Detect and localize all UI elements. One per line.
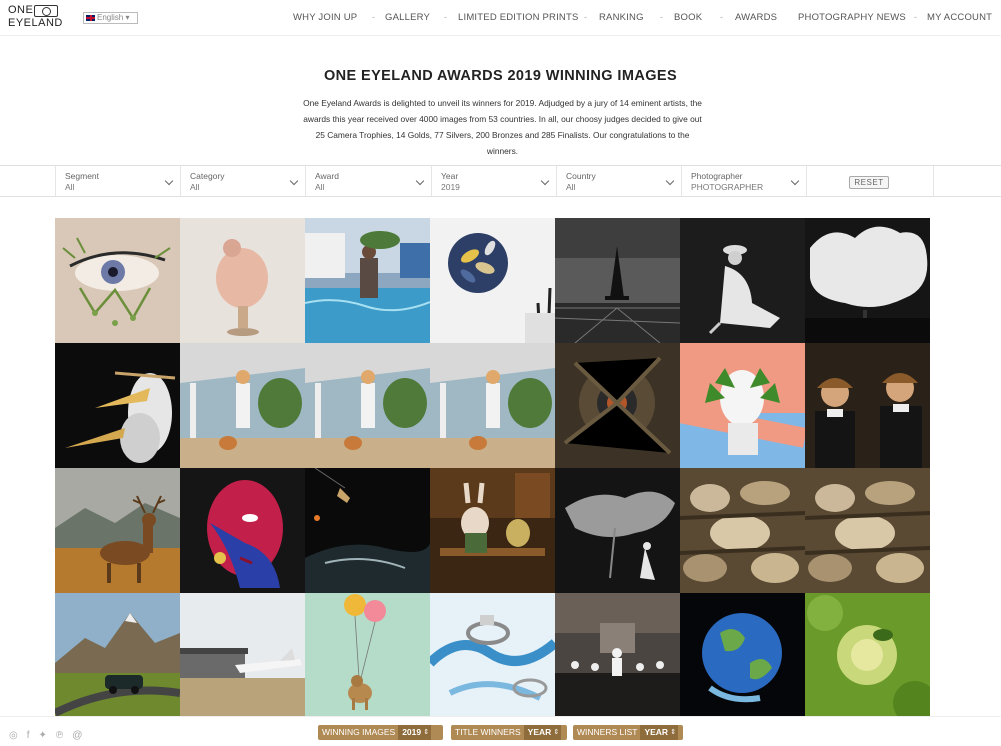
gallery-tile-ring-splash[interactable]	[430, 593, 555, 718]
chevron-down-icon	[665, 176, 675, 186]
nav-gallery[interactable]: GALLERY	[385, 12, 430, 23]
nav-my-account[interactable]: MY ACCOUNT	[927, 12, 992, 23]
filter-value: All	[566, 182, 576, 192]
chevron-down-icon	[415, 176, 425, 186]
filter-value: All	[315, 182, 325, 192]
nav-ranking[interactable]: RANKING	[599, 12, 644, 23]
winning-images-selector[interactable]: WINNING IMAGES 2019	[318, 725, 443, 740]
reset-cell: RESET	[806, 166, 934, 196]
filter-value: All	[65, 182, 75, 192]
nav-photography-news[interactable]: PHOTOGRAPHY NEWS	[798, 12, 906, 23]
gallery-tile-woman-with-dog-3[interactable]	[430, 343, 555, 468]
filter-label: Year	[441, 171, 459, 181]
filter-label: Award	[315, 171, 339, 181]
email-icon[interactable]: @	[72, 730, 82, 741]
filter-year[interactable]: Year 2019	[431, 166, 556, 196]
nav-separator: -	[584, 12, 587, 22]
gallery-tile-theatre-scene[interactable]	[555, 593, 680, 718]
filter-photographer[interactable]: Photographer PHOTOGRAPHER	[681, 166, 806, 196]
gallery-tile-aerial-tree[interactable]	[555, 343, 680, 468]
gallery-tile-woman-with-dog-1[interactable]	[180, 343, 305, 468]
gallery-tile-aerial-diver[interactable]	[305, 468, 430, 593]
winners-list-label: WINNERS LIST	[577, 727, 638, 737]
gallery-tile-tree-silhouette[interactable]	[555, 468, 680, 593]
gallery-tile-sculpted-figures-2[interactable]	[805, 468, 930, 593]
gallery-tile-seated-woman-bw[interactable]	[680, 218, 805, 343]
gallery-tile-pelicans[interactable]	[55, 343, 180, 468]
filter-award[interactable]: Award All	[305, 166, 431, 196]
filter-segment[interactable]: Segment All	[55, 166, 180, 196]
twitter-icon[interactable]: ✦	[39, 730, 47, 741]
gallery-tile-sculpted-figures-1[interactable]	[680, 468, 805, 593]
main-nav: WHY JOIN UP - GALLERY - LIMITED EDITION …	[0, 12, 1001, 24]
filter-country[interactable]: Country All	[556, 166, 681, 196]
nav-separator: -	[372, 12, 375, 22]
filter-value: PHOTOGRAPHER	[691, 182, 764, 192]
winning-images-gallery	[55, 218, 930, 718]
winners-list-value: YEAR	[640, 725, 679, 740]
chevron-down-icon	[164, 176, 174, 186]
filter-label: Country	[566, 171, 596, 181]
filter-value: 2019	[441, 182, 460, 192]
nav-separator: -	[660, 12, 663, 22]
title-winners-value: YEAR	[523, 725, 562, 740]
gallery-tile-private-jet[interactable]	[180, 593, 305, 718]
gallery-tile-mussel-shells[interactable]	[430, 218, 555, 343]
gallery-tile-red-deer[interactable]	[55, 468, 180, 593]
reset-button[interactable]: RESET	[849, 176, 889, 189]
bottom-bar: ◎f✦℗@ WINNING IMAGES2019 TITLE WINNERSYE…	[0, 716, 1001, 746]
gallery-tile-painted-face[interactable]	[180, 468, 305, 593]
filter-bar: Segment All Category All Award All Year …	[0, 165, 1001, 197]
chevron-down-icon	[790, 176, 800, 186]
nav-book[interactable]: BOOK	[674, 12, 702, 23]
nav-awards[interactable]: AWARDS	[735, 12, 777, 23]
filter-category[interactable]: Category All	[180, 166, 305, 196]
filter-label: Photographer	[691, 171, 743, 181]
nav-limited-edition-prints[interactable]: LIMITED EDITION PRINTS	[458, 12, 579, 23]
gallery-tile-eye-makeup[interactable]	[55, 218, 180, 343]
gallery-tile-eiffel-tower[interactable]	[555, 218, 680, 343]
gallery-tile-mountain-car[interactable]	[55, 593, 180, 718]
pinterest-icon[interactable]: ℗	[56, 730, 63, 741]
nav-separator: -	[444, 12, 447, 22]
gallery-tile-blue-planet[interactable]	[680, 593, 805, 718]
gallery-tile-poolside-woman[interactable]	[305, 218, 430, 343]
gallery-tile-crouching-figure[interactable]	[180, 218, 305, 343]
site-header: ONE EYELAND English ▾ WHY JOIN UP - GALL…	[0, 0, 1001, 36]
winners-list-selector[interactable]: WINNERS LIST YEAR	[573, 725, 683, 740]
gallery-tile-green-leaf-bust[interactable]	[680, 343, 805, 468]
facebook-icon[interactable]: f	[27, 730, 30, 741]
filter-label: Segment	[65, 171, 100, 181]
gallery-tile-cloud-rider[interactable]	[805, 218, 930, 343]
filter-value: All	[190, 182, 200, 192]
intro-text: One Eyeland Awards is delighted to unvei…	[303, 98, 702, 156]
winning-images-label: WINNING IMAGES	[322, 727, 396, 737]
title-winners-label: TITLE WINNERS	[455, 727, 521, 737]
gallery-tile-rabbit-diorama[interactable]	[430, 468, 555, 593]
nav-why-join-up[interactable]: WHY JOIN UP	[293, 12, 357, 23]
nav-separator: -	[720, 12, 723, 22]
chevron-down-icon	[540, 176, 550, 186]
gallery-tile-boy-portraits[interactable]	[805, 343, 930, 468]
gallery-tile-woman-with-dog-2[interactable]	[305, 343, 430, 468]
gallery-tile-balloon-dog[interactable]	[305, 593, 430, 718]
nav-separator: -	[914, 12, 917, 22]
page-title: ONE EYELAND AWARDS 2019 WINNING IMAGES	[323, 68, 678, 84]
gallery-tile-green-cell[interactable]	[805, 593, 930, 718]
social-links: ◎ f ✦ ℗ @	[9, 730, 91, 741]
instagram-icon[interactable]: ◎	[9, 730, 18, 741]
filter-label: Category	[190, 171, 225, 181]
chevron-down-icon	[289, 176, 299, 186]
winning-images-value: 2019	[398, 725, 432, 740]
title-winners-selector[interactable]: TITLE WINNERS YEAR	[451, 725, 567, 740]
